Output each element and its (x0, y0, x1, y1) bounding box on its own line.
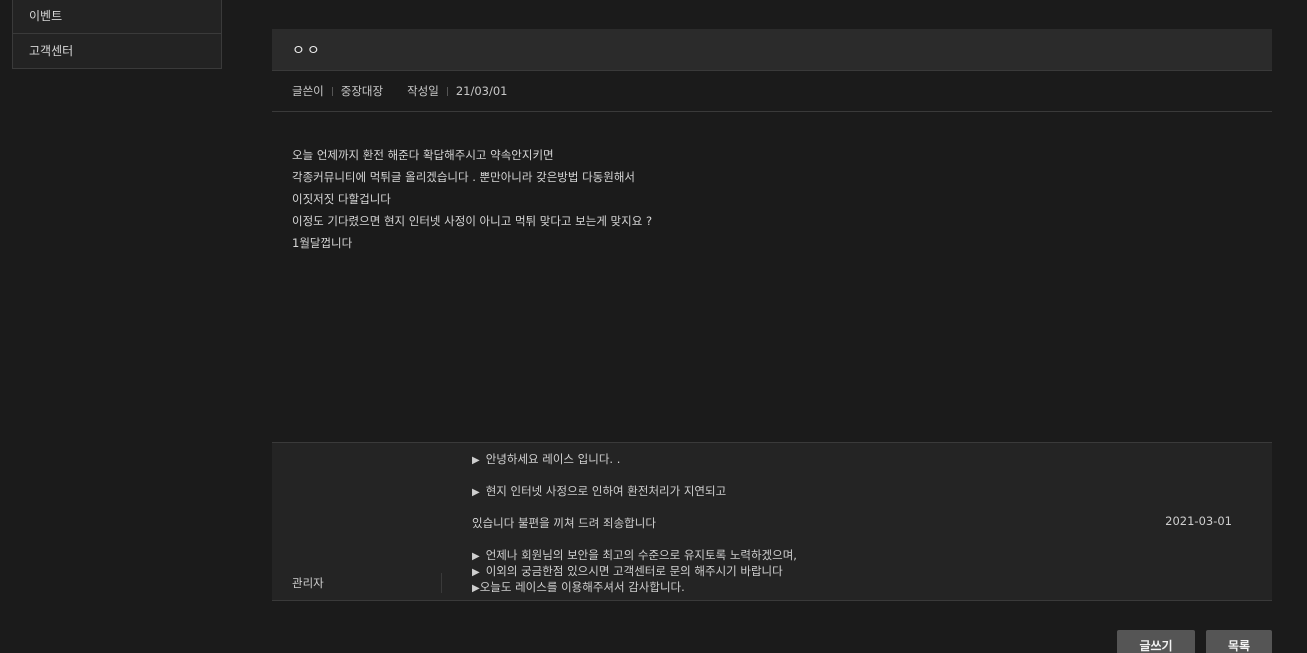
post-meta: 글쓴이 중장대장 작성일 21/03/01 (272, 71, 1272, 112)
reply-line: ▶ 현지 인터넷 사정으로 인하여 환전처리가 지연되고 (472, 483, 797, 499)
author-name: 중장대장 (340, 84, 384, 98)
reply-line: ▶ 이외의 궁금한점 있으시면 고객센터로 문의 해주시기 바랍니다 (472, 563, 797, 579)
body-line: 각종커뮤니티에 먹튀글 올리겠습니다 . 뿐만아니라 갖은방법 다동원해서 (292, 170, 635, 184)
write-button[interactable]: 글쓰기 (1117, 630, 1195, 653)
body-line: 1월달껍니다 (292, 236, 353, 250)
meta-separator (446, 86, 448, 96)
meta-separator (331, 86, 333, 96)
reply-divider (441, 573, 442, 593)
post-title: ㅇㅇ (272, 29, 1272, 71)
post-view: ㅇㅇ 글쓴이 중장대장 작성일 21/03/01 오늘 언제까지 환전 해준다 … (272, 29, 1272, 601)
author-label: 글쓴이 (292, 84, 324, 98)
reply-author: 관리자 (292, 576, 324, 590)
page: 이벤트 고객센터 ㅇㅇ 글쓴이 중장대장 작성일 21/03/01 오늘 언제까… (0, 0, 1307, 653)
reply-line: ▶ 언제나 회원님의 보안을 최고의 수준으로 유지토록 노력하겠으며, (472, 547, 797, 563)
play-arrow-icon: ▶ (472, 487, 480, 498)
reply-line: 있습니다 불편을 끼쳐 드려 죄송합니다 (472, 516, 656, 530)
list-button[interactable]: 목록 (1206, 630, 1272, 653)
reply-content: ▶ 안녕하세요 레이스 입니다. . ▶ 현지 인터넷 사정으로 인하여 환전처리가… (472, 451, 797, 595)
post-body: 오늘 언제까지 환전 해준다 확답해주시고 약속안지키면 각종커뮤니티에 먹튀글… (272, 112, 1272, 443)
body-line: 이정도 기다렸으면 현지 인터넷 사정이 아니고 먹튀 맞다고 보는게 맞지요 … (292, 214, 653, 228)
sidebar-menu: 이벤트 고객센터 (12, 0, 222, 69)
sidebar-item-event[interactable]: 이벤트 (13, 0, 221, 33)
reply-date: 2021-03-01 (1165, 514, 1232, 528)
post-date: 21/03/01 (455, 84, 508, 98)
play-arrow-icon: ▶ (472, 455, 480, 466)
reply-line: ▶오늘도 레이스를 이용해주셔서 감사합니다. (472, 579, 797, 595)
reply-line: ▶ 안녕하세요 레이스 입니다. . (472, 451, 797, 467)
date-label: 작성일 (407, 84, 439, 98)
play-arrow-icon: ▶ (472, 583, 480, 594)
body-line: 오늘 언제까지 환전 해준다 확답해주시고 약속안지키면 (292, 148, 554, 162)
sidebar-item-customer-center[interactable]: 고객센터 (13, 33, 221, 68)
admin-reply: ▶ 안녕하세요 레이스 입니다. . ▶ 현지 인터넷 사정으로 인하여 환전처리가… (272, 443, 1272, 601)
body-line: 이짓저짓 다할겁니다 (292, 192, 391, 206)
